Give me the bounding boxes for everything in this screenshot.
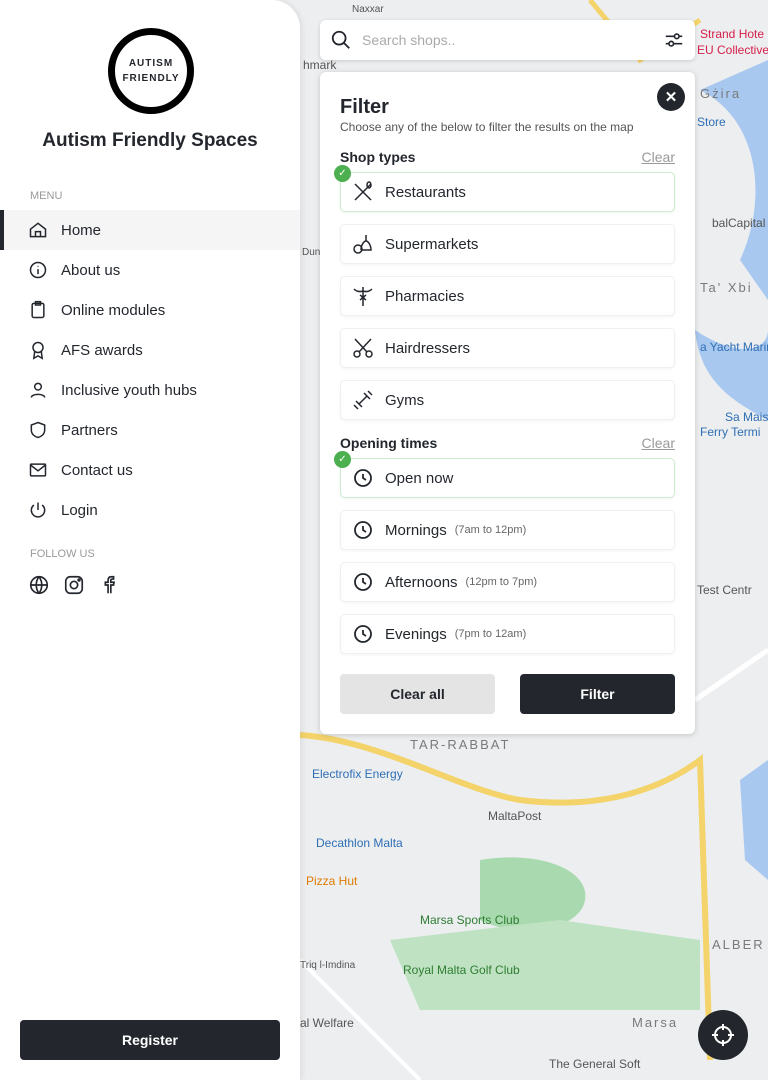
power-icon bbox=[30, 502, 46, 518]
map-label: Test Centr bbox=[697, 583, 752, 597]
option-gyms[interactable]: Gyms bbox=[340, 380, 675, 420]
shield-icon bbox=[30, 421, 46, 439]
filter-subtitle: Choose any of the below to filter the re… bbox=[340, 120, 634, 134]
globe-icon[interactable] bbox=[28, 574, 50, 596]
search-input[interactable] bbox=[362, 32, 663, 48]
caduceus-icon bbox=[353, 287, 373, 306]
clear-opening-times[interactable]: Clear bbox=[642, 435, 675, 451]
check-icon: ✓ bbox=[334, 451, 351, 468]
clock-icon bbox=[354, 573, 372, 591]
map-label: a Yacht Marina bbox=[700, 340, 768, 354]
app-title: Autism Friendly Spaces bbox=[42, 130, 258, 151]
filter-title: Filter bbox=[340, 96, 389, 118]
close-button[interactable]: ✕ bbox=[657, 83, 685, 111]
map-label: Naxxar bbox=[352, 4, 384, 15]
sidebar-item-partners[interactable]: Partners bbox=[0, 410, 300, 450]
sidebar-item-modules[interactable]: Online modules bbox=[0, 290, 300, 330]
clock-icon bbox=[354, 521, 372, 539]
search-bar bbox=[320, 20, 695, 60]
instagram-icon[interactable] bbox=[63, 574, 85, 596]
clipboard-icon bbox=[31, 300, 45, 319]
home-icon bbox=[29, 222, 47, 238]
option-mornings[interactable]: Mornings (7am to 12pm) bbox=[340, 510, 675, 550]
logo: AUTISM FRIENDLY bbox=[108, 28, 194, 114]
map-label: Triq l-Imdina bbox=[300, 960, 356, 971]
sidebar-item-about[interactable]: About us bbox=[0, 250, 300, 290]
dumbbell-icon bbox=[353, 390, 373, 410]
filter-panel: Filter Choose any of the below to filter… bbox=[320, 72, 695, 734]
clear-shop-types[interactable]: Clear bbox=[642, 149, 675, 165]
option-evenings[interactable]: Evenings (7pm to 12am) bbox=[340, 614, 675, 654]
map-label: al Welfare bbox=[300, 1016, 354, 1030]
sidebar-item-login[interactable]: Login bbox=[0, 490, 300, 530]
map-label: Sa Mais bbox=[725, 410, 768, 424]
follow-label: FOLLOW US bbox=[30, 548, 95, 560]
crosshair-icon bbox=[712, 1024, 734, 1046]
map-label: Ferry Termi bbox=[700, 425, 761, 439]
shop-types-heading: Shop types bbox=[340, 149, 416, 165]
menu-label: MENU bbox=[30, 190, 63, 202]
check-icon: ✓ bbox=[334, 165, 351, 182]
map-label: Electrofix Energy bbox=[312, 767, 403, 781]
award-icon bbox=[32, 341, 44, 360]
locate-me-button[interactable] bbox=[698, 1010, 748, 1060]
clock-icon bbox=[354, 469, 372, 487]
apply-filter-button[interactable]: Filter bbox=[520, 674, 675, 714]
sidebar: AUTISM FRIENDLY Autism Friendly Spaces ME… bbox=[0, 0, 300, 1080]
map-label: ALBER bbox=[712, 937, 765, 952]
map-label: The General Soft bbox=[549, 1057, 641, 1071]
map-label: Royal Malta Golf Club bbox=[403, 963, 520, 977]
option-pharmacies[interactable]: Pharmacies bbox=[340, 276, 675, 316]
map-label: MaltaPost bbox=[488, 809, 542, 823]
option-hairdressers[interactable]: Hairdressers bbox=[340, 328, 675, 368]
main-menu: Home About us Online modules AFS awards … bbox=[0, 210, 300, 530]
map-label: Store bbox=[697, 115, 726, 129]
option-afternoons[interactable]: Afternoons (12pm to 7pm) bbox=[340, 562, 675, 602]
social-links bbox=[28, 574, 120, 596]
scissors-icon bbox=[353, 338, 373, 358]
map-label: Decathlon Malta bbox=[316, 836, 403, 850]
groceries-icon bbox=[353, 235, 372, 254]
sliders-icon[interactable] bbox=[663, 29, 685, 51]
option-open-now[interactable]: ✓ Open now bbox=[334, 451, 675, 498]
facebook-icon[interactable] bbox=[98, 574, 120, 596]
register-button[interactable]: Register bbox=[20, 1020, 280, 1060]
mail-icon bbox=[29, 463, 47, 477]
map-label: Strand Hote bbox=[700, 27, 765, 41]
map-label: Gżira bbox=[700, 86, 742, 101]
info-icon bbox=[29, 261, 47, 279]
user-icon bbox=[30, 382, 46, 398]
map-label: Ta' Xbi bbox=[700, 280, 753, 295]
map-label: hmark bbox=[303, 58, 337, 72]
map-label: Marsa bbox=[632, 1015, 679, 1030]
utensils-icon bbox=[354, 181, 372, 201]
map-label: TAR-RABBAT bbox=[410, 737, 511, 752]
search-icon bbox=[331, 30, 350, 49]
clear-all-button[interactable]: Clear all bbox=[340, 674, 495, 714]
map-label: balCapital p bbox=[712, 216, 768, 230]
clock-icon bbox=[354, 625, 372, 643]
sidebar-item-contact[interactable]: Contact us bbox=[0, 450, 300, 490]
sidebar-item-awards[interactable]: AFS awards bbox=[0, 330, 300, 370]
option-restaurants[interactable]: ✓ Restaurants bbox=[334, 165, 675, 212]
sidebar-item-youth-hubs[interactable]: Inclusive youth hubs bbox=[0, 370, 300, 410]
opening-times-heading: Opening times bbox=[340, 435, 438, 451]
map-label: EU Collective bbox=[697, 43, 768, 57]
option-supermarkets[interactable]: Supermarkets bbox=[340, 224, 675, 264]
map-label: Marsa Sports Club bbox=[420, 913, 520, 927]
map-label: Pizza Hut bbox=[306, 874, 358, 888]
sidebar-item-home[interactable]: Home bbox=[0, 210, 300, 250]
